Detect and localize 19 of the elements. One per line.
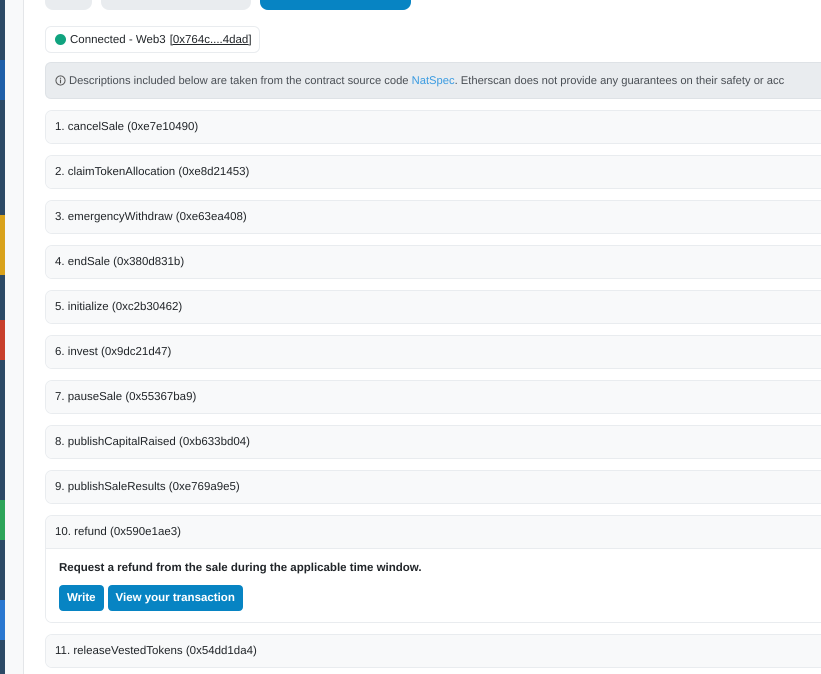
notice-text: Descriptions included below are taken from the contract source code NatSpec. Etherscan does not provide any guarantees on their safety or acc <box>69 74 784 86</box>
function-header[interactable]: 3. emergencyWithdraw (0xe63ea408) <box>46 201 821 233</box>
action-button[interactable]: View your transaction <box>108 585 243 611</box>
function-header[interactable]: 1. cancelSale (0xe7e10490) <box>46 111 821 143</box>
function-header[interactable]: 4. endSale (0x380d831b) <box>46 246 821 278</box>
connection-status[interactable]: Connected - Web3 [0x764c....4dad] <box>45 26 260 53</box>
function-description: Request a refund from the sale during the applicable time window. <box>59 562 423 574</box>
action-button[interactable]: Write <box>59 585 104 611</box>
function-header[interactable]: 8. publishCapitalRaised (0xb633bd04) <box>46 426 821 458</box>
function-header[interactable]: 7. pauseSale (0x55367ba9) <box>46 381 821 413</box>
function-header[interactable]: 10. refund (0x590e1ae3) <box>46 516 821 549</box>
function-header[interactable]: 2. claimTokenAllocation (0xe8d21453) <box>46 156 821 188</box>
function-header[interactable]: 9. publishSaleResults (0xe769a9e5) <box>46 471 821 503</box>
address-link[interactable]: [0x764c....4dad] <box>170 34 252 46</box>
function-header[interactable]: 11. releaseVestedTokens (0x54dd1da4) <box>46 635 821 667</box>
function-header[interactable]: 5. initialize (0xc2b30462) <box>46 291 821 323</box>
status-text: Connected - Web3 <box>70 34 166 46</box>
function-header[interactable]: 6. invest (0x9dc21d47) <box>46 336 821 368</box>
info-icon <box>55 75 66 86</box>
